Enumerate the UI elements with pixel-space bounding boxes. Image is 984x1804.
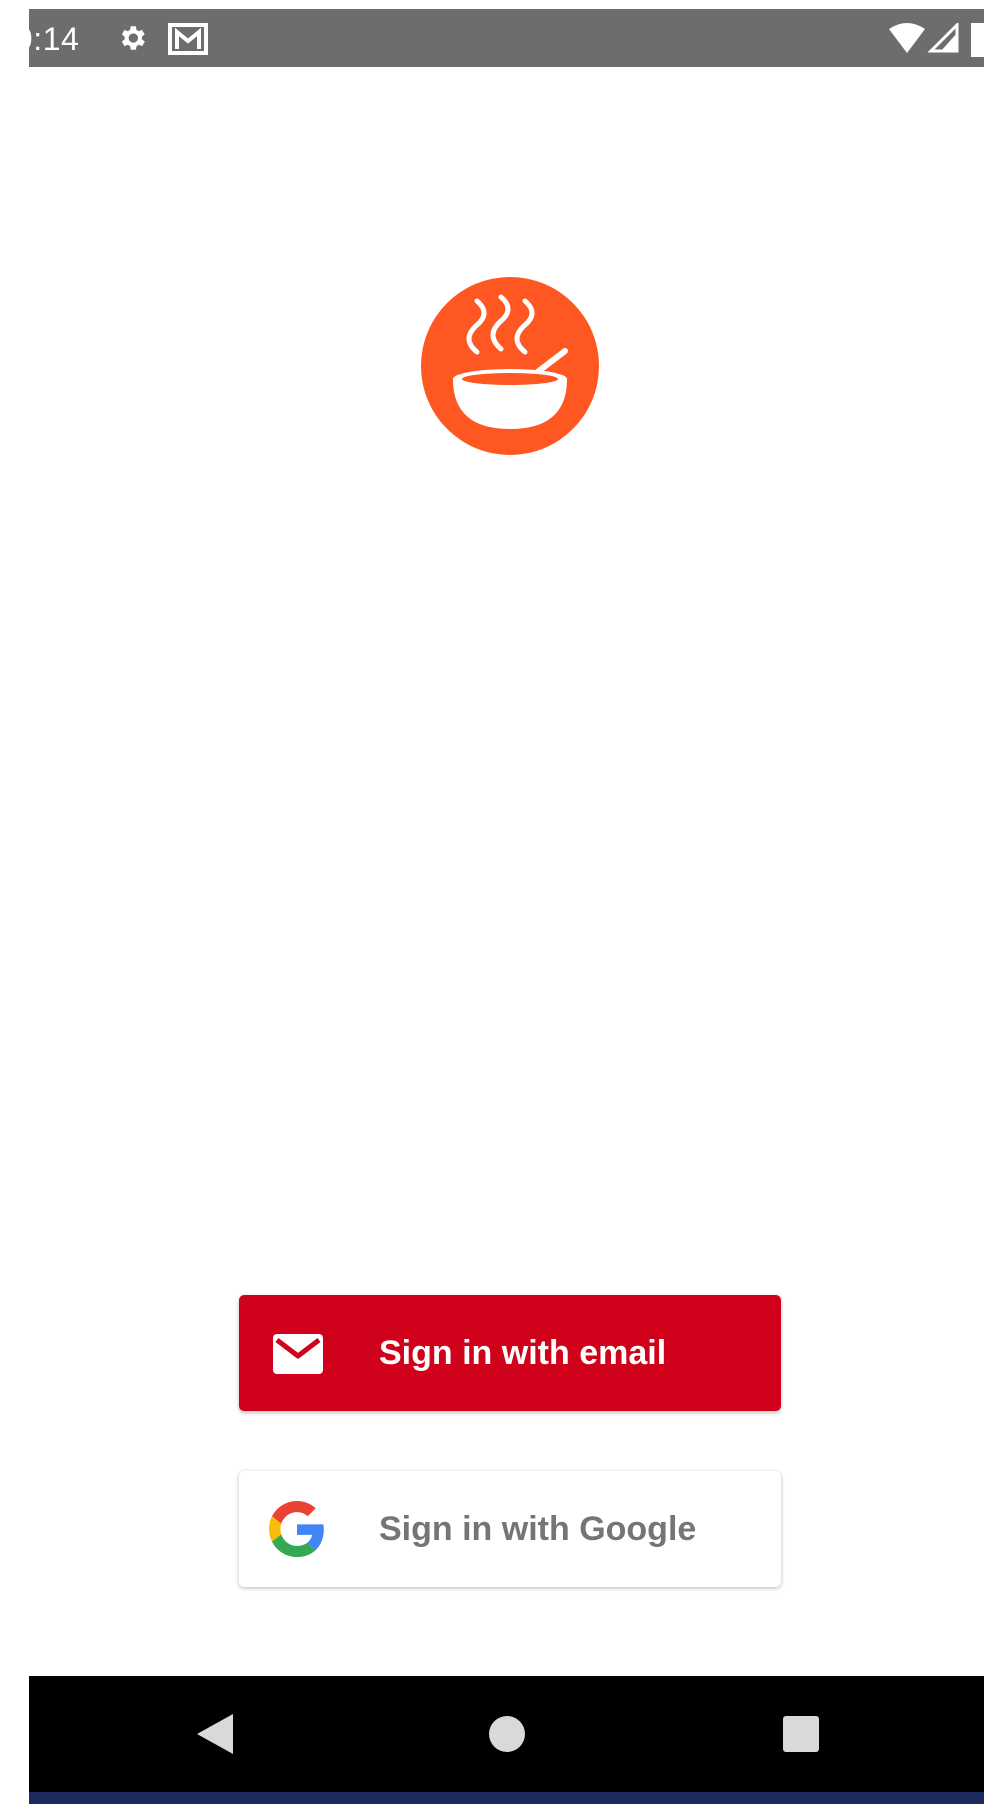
steaming-bowl-icon (421, 277, 599, 455)
screen: 9:14 (29, 9, 984, 1804)
status-bar: 9:14 (29, 9, 984, 67)
battery-icon (971, 23, 984, 57)
mail-icon (273, 1334, 323, 1374)
sign-in-email-button[interactable]: Sign in with email (239, 1295, 781, 1411)
wifi-icon (889, 23, 925, 53)
gear-icon (121, 26, 145, 50)
recents-icon[interactable] (782, 1715, 820, 1753)
gmail-icon (168, 23, 208, 55)
bottom-strip (29, 1792, 984, 1804)
sign-in-email-label: Sign in with email (379, 1334, 667, 1372)
back-icon[interactable] (195, 1712, 235, 1756)
navigation-bar (29, 1676, 984, 1792)
sign-in-google-label: Sign in with Google (379, 1510, 697, 1548)
status-time: 9:14 (29, 21, 80, 57)
status-time-clip: 9:14 (29, 9, 121, 67)
sign-in-google-button[interactable]: Sign in with Google (239, 1471, 781, 1587)
cell-signal-icon (927, 23, 959, 53)
google-logo-icon (269, 1501, 324, 1557)
home-icon[interactable] (488, 1715, 526, 1753)
